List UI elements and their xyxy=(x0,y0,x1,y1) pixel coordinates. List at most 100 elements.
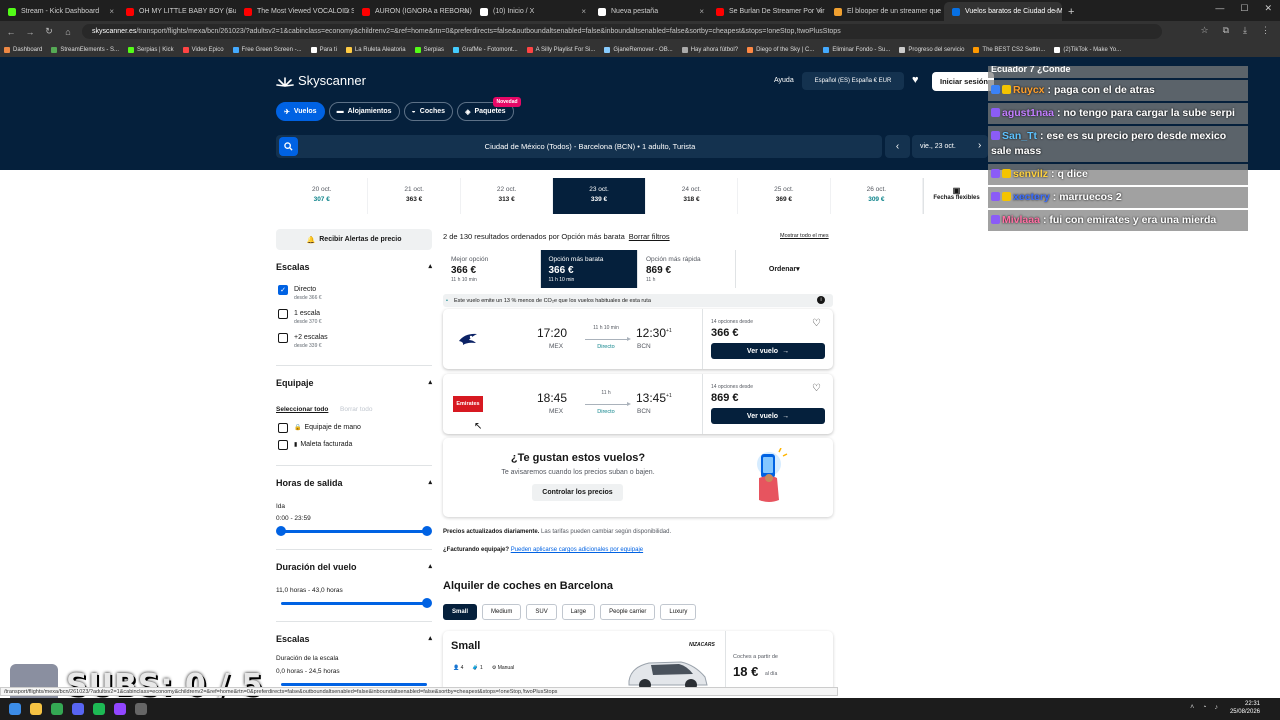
baggage-fees-link[interactable]: Pueden aplicarse cargos adicionales por … xyxy=(511,547,643,553)
filter-baggage-header[interactable]: Equipaje ▴ xyxy=(276,378,432,388)
tab-close-icon[interactable]: × xyxy=(345,7,350,16)
selected-date[interactable]: vie., 23 oct. xyxy=(912,135,988,158)
home-icon[interactable]: ⌂ xyxy=(60,27,76,37)
bookmark-item[interactable]: GrafMe - Fotomont... xyxy=(452,46,518,53)
star-icon[interactable]: ☆ xyxy=(1201,25,1209,36)
minimize-icon[interactable]: — xyxy=(1215,3,1224,14)
bookmark-item[interactable]: Serpias xyxy=(414,46,444,53)
car-type-tab[interactable]: Luxury xyxy=(660,604,697,620)
car-type-tab[interactable]: SUV xyxy=(526,604,557,620)
browser-tab[interactable]: Se Burlan De Streamer Por Vir × xyxy=(708,2,826,21)
checkbox[interactable] xyxy=(278,309,288,319)
search-icon[interactable] xyxy=(279,137,298,156)
bookmark-item[interactable]: Hay ahora fútbol? xyxy=(681,46,738,53)
filter-layover-header[interactable]: Escalas ▴ xyxy=(276,634,432,644)
back-icon[interactable]: ← xyxy=(3,27,19,37)
select-all-link[interactable]: Seleccionar todo xyxy=(276,406,328,413)
browser-tab[interactable]: Nueva pestaña × xyxy=(590,2,708,21)
order-dropdown[interactable]: Ordenar ▾ xyxy=(736,250,834,288)
browser-tab[interactable]: (10) Inicio / X × xyxy=(472,2,590,21)
departure-slider[interactable] xyxy=(276,526,432,536)
checkbox[interactable] xyxy=(278,440,288,450)
skyscanner-logo[interactable]: Skyscanner xyxy=(276,73,366,88)
date-cell[interactable]: 21 oct. 363 € xyxy=(368,178,461,214)
sort-tab[interactable]: Opción más barata 366 €11 h 10 min xyxy=(540,250,638,288)
bookmark-item[interactable]: Para ti xyxy=(310,46,337,53)
car-type-tab[interactable]: Small xyxy=(443,604,478,620)
tab-paquetes[interactable]: ◈ Paquetes Novedad xyxy=(457,97,521,121)
forward-icon[interactable]: → xyxy=(22,27,38,37)
menu-icon[interactable]: ⋮ xyxy=(1261,25,1270,36)
login-button[interactable]: Iniciar sesión xyxy=(932,72,994,91)
bookmark-item[interactable]: Diego of the Sky | C... xyxy=(747,46,814,53)
sort-tab[interactable]: Opción más rápida 869 €11 h xyxy=(638,250,736,288)
maximize-icon[interactable]: ☐ xyxy=(1240,3,1248,14)
tab-close-icon[interactable]: × xyxy=(817,7,822,16)
save-heart-icon[interactable]: ♡ xyxy=(812,318,821,329)
duration-slider[interactable] xyxy=(281,598,432,608)
bookmark-item[interactable]: Eliminar Fondo - Su... xyxy=(823,46,890,53)
browser-tab[interactable]: AURON (IGNORA a REBORN) × xyxy=(354,2,472,21)
bookmark-item[interactable]: Serpias | Kick xyxy=(128,46,174,53)
filter-departure-header[interactable]: Horas de salida ▴ xyxy=(276,478,432,488)
previous-day-chevron-icon[interactable]: ‹ xyxy=(885,135,910,158)
date-cell[interactable]: 25 oct. 369 € xyxy=(738,178,831,214)
car-type-tab[interactable]: Medium xyxy=(482,604,522,620)
browser-tab[interactable]: Vuelos baratos de Ciudad de M × xyxy=(944,2,1062,21)
slider-handle-max[interactable] xyxy=(422,598,432,608)
bookmark-item[interactable]: Dashboard xyxy=(4,46,42,53)
next-day-chevron-icon[interactable]: › xyxy=(978,140,981,151)
tab-close-icon[interactable]: × xyxy=(1053,7,1058,16)
locale-selector[interactable]: Español (ES) España € EUR xyxy=(802,72,904,90)
chevron-up-icon[interactable]: ˄ xyxy=(1190,704,1194,711)
car-type-tab[interactable]: People carrier xyxy=(600,604,656,620)
obs-icon[interactable] xyxy=(135,703,147,715)
date-cell[interactable]: 26 oct. 309 € xyxy=(831,178,924,214)
bookmark-item[interactable]: Video Epico xyxy=(182,46,224,53)
stops-option[interactable]: 1 escala desde 370 € xyxy=(278,309,322,325)
system-clock[interactable]: 22:31 25/08/2026 xyxy=(1230,700,1260,716)
sort-tab[interactable]: Mejor opción 366 €11 h 10 min xyxy=(443,250,541,288)
price-alert-button[interactable]: 🔔 Recibir Alertas de precio xyxy=(276,229,432,250)
flight-card[interactable]: 17:20 MEX 11 h 10 min Directo 12:30+1 BCN 14 o… xyxy=(443,309,833,369)
date-cell[interactable]: 20 oct. 307 € xyxy=(276,178,369,214)
clear-all-link[interactable]: Borrar todo xyxy=(340,406,373,413)
bookmark-item[interactable]: StreamElements - S... xyxy=(51,46,119,53)
checkbox[interactable]: ✓ xyxy=(278,285,288,295)
car-type-tab[interactable]: Large xyxy=(561,604,596,620)
browser-tab[interactable]: Stream - Kick Dashboard × xyxy=(0,2,118,21)
reload-icon[interactable]: ↻ xyxy=(41,26,57,37)
browser-tab[interactable]: OH MY LITTLE BABY BOY (Sub × xyxy=(118,2,236,21)
bookmark-item[interactable]: GjaneRemover - OB... xyxy=(604,46,673,53)
windows-start-icon[interactable] xyxy=(9,703,21,715)
volume-icon[interactable]: ♪ xyxy=(1215,704,1219,711)
download-icon[interactable]: ⤓ xyxy=(1243,25,1247,36)
baggage-option[interactable]: 🔒 Equipaje de mano xyxy=(278,423,361,433)
bookmark-item[interactable]: La Ruleta Aleatoria xyxy=(345,46,406,53)
stops-option[interactable]: ✓ Directo desde 366 € xyxy=(278,285,322,301)
view-flight-button[interactable]: Ver vuelo → xyxy=(711,408,825,424)
bookmark-item[interactable]: Progreso del servicio xyxy=(899,46,964,53)
checkbox[interactable] xyxy=(278,423,288,433)
baggage-option[interactable]: ▮ Maleta facturada xyxy=(278,440,352,450)
bookmark-item[interactable]: A Silly Playlist For Si... xyxy=(526,46,595,53)
help-link[interactable]: Ayuda xyxy=(774,77,794,84)
favorites-heart-icon[interactable]: ♥ xyxy=(912,74,919,86)
checkbox[interactable] xyxy=(278,333,288,343)
new-tab-icon[interactable]: + xyxy=(1068,2,1074,21)
discord-icon[interactable] xyxy=(72,703,84,715)
layover-slider[interactable] xyxy=(281,683,427,686)
tab-close-icon[interactable]: × xyxy=(227,7,232,16)
slider-handle-min[interactable] xyxy=(276,526,286,536)
flight-card[interactable]: Emirates 18:45 MEX 11 h Directo 13:45+1 BCN 14 … xyxy=(443,374,833,434)
extensions-icon[interactable]: ⧉ xyxy=(1223,25,1229,36)
file-explorer-icon[interactable] xyxy=(30,703,42,715)
tab-close-icon[interactable]: × xyxy=(463,7,468,16)
view-flight-button[interactable]: Ver vuelo → xyxy=(711,343,825,359)
tab-coches[interactable]: ◒ Coches xyxy=(403,102,454,121)
date-cell[interactable]: 23 oct. 339 € xyxy=(553,178,646,214)
tab-close-icon[interactable]: × xyxy=(699,7,704,16)
show-month-link[interactable]: Mostrar todo el mes xyxy=(780,233,829,239)
date-cell[interactable]: 22 oct. 313 € xyxy=(461,178,554,214)
flexible-dates-button[interactable]: ▣ Fechas flexibles xyxy=(923,178,990,214)
